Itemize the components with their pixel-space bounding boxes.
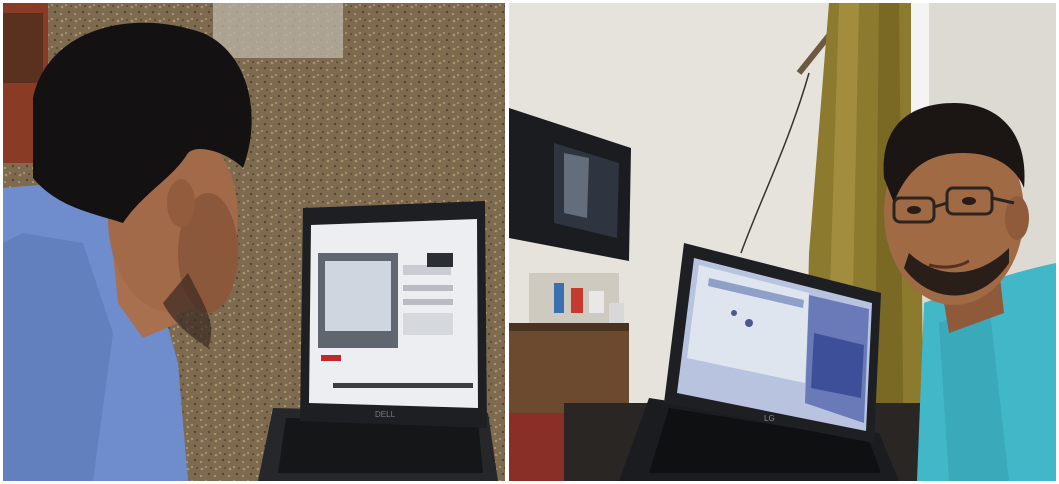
laptop-brand-logo: DELL bbox=[375, 410, 396, 419]
left-photo: DELL bbox=[3, 3, 505, 481]
shelf-items bbox=[529, 273, 624, 328]
cabinet-shelf bbox=[3, 13, 43, 83]
background-box bbox=[213, 3, 343, 58]
left-photo-scene: DELL bbox=[3, 3, 505, 481]
right-photo-scene: LG bbox=[509, 3, 1056, 481]
laptop-brand-logo-lg: LG bbox=[764, 414, 775, 423]
right-photo: LG bbox=[509, 3, 1056, 481]
